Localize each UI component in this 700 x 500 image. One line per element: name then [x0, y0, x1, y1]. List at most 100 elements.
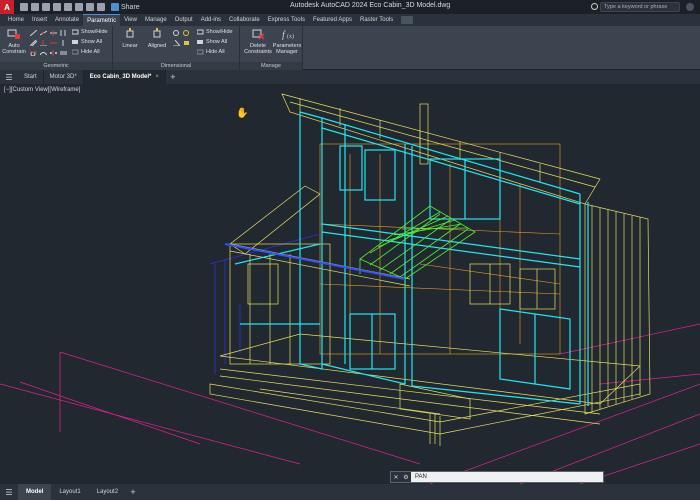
ribbon-tab-express-tools[interactable]: Express Tools: [264, 14, 309, 26]
web-icon[interactable]: [64, 3, 72, 11]
fx-icon: f (x): [282, 30, 294, 41]
smooth-icon[interactable]: [40, 50, 47, 56]
symmetric-icon[interactable]: [50, 50, 57, 56]
auto-constrain-button[interactable]: Auto Constrain: [2, 28, 26, 55]
delete-constraints-icon: [252, 29, 265, 40]
dim-show-all-icon: [197, 40, 203, 44]
linear-label: Linear: [122, 43, 138, 49]
command-line[interactable]: ✕ ⚙ PAN: [390, 471, 604, 483]
delete-constraints-label-2: Constraints: [244, 49, 272, 55]
linear-button[interactable]: Linear: [121, 28, 139, 49]
geometric-panel: Auto Constrain Show/Hide Show All Hide A…: [0, 26, 113, 70]
ribbon-minimize-icon[interactable]: [401, 16, 414, 24]
ribbon-tab-parametric[interactable]: Parametric: [83, 14, 121, 26]
collinear-icon[interactable]: [40, 30, 47, 36]
parameters-manager-button[interactable]: f (x) Parameters Manager: [272, 28, 302, 55]
perpendicular-icon[interactable]: [40, 40, 47, 46]
radius-icon[interactable]: [173, 30, 180, 36]
ribbon-tab-raster-tools[interactable]: Raster Tools: [356, 14, 397, 26]
layout-tab-model[interactable]: Model: [18, 484, 52, 500]
drawing-viewport[interactable]: [−][Custom View][Wireframe] ✋: [0, 84, 700, 484]
doc-tab-label: Start: [24, 74, 37, 80]
diameter-icon[interactable]: [183, 30, 190, 36]
doc-tab-motor-3d-[interactable]: Motor 3D*: [44, 70, 84, 84]
ribbon-tab-collaborate[interactable]: Collaborate: [225, 14, 264, 26]
ribbon-tab-home[interactable]: Home: [4, 14, 28, 26]
doc-tab-label: Eco Cabin_3D Model*: [89, 74, 152, 80]
new-layout-plus-icon[interactable]: +: [126, 484, 140, 500]
dimensional-show-hide-button[interactable]: Show/Hide: [197, 29, 233, 35]
window-title: Autodesk AutoCAD 2024 Eco Cabin_3D Model…: [290, 2, 451, 9]
open-folder-icon[interactable]: [31, 3, 39, 11]
doc-tab-start[interactable]: Start: [18, 70, 44, 84]
show-all-icon: [72, 40, 78, 44]
ribbon-tab-add-ins[interactable]: Add-ins: [197, 14, 225, 26]
parameters-manager-label-2: Manager: [276, 49, 298, 55]
parallel-icon[interactable]: [30, 40, 37, 46]
dimensional-panel-label[interactable]: Dimensional: [113, 62, 239, 70]
delete-constraints-button[interactable]: Delete Constraints: [243, 28, 273, 55]
dimensional-show-hide-label: Show/Hide: [206, 29, 233, 35]
hamburger-menu-icon[interactable]: ☰: [0, 70, 18, 84]
layout-tab-bar: ☰ Model Layout1 Layout2 +: [0, 484, 700, 500]
vertical-icon[interactable]: [60, 40, 67, 46]
user-icon[interactable]: [686, 3, 694, 11]
ribbon-tab-manage[interactable]: Manage: [141, 14, 171, 26]
aligned-button[interactable]: Aligned: [145, 28, 169, 49]
angular-icon[interactable]: [173, 40, 180, 46]
dimensional-hide-all-button[interactable]: Hide All: [197, 49, 225, 55]
search-input[interactable]: Type a keyword or phrase: [600, 2, 680, 12]
redo-icon[interactable]: [97, 3, 105, 11]
title-bar: A Share Autodesk AutoCAD 2024 Eco Cabin_…: [0, 0, 700, 14]
ribbon: Auto Constrain Show/Hide Show All Hide A…: [0, 26, 700, 70]
auto-constrain-icon: [7, 29, 20, 39]
print-icon[interactable]: [75, 3, 83, 11]
concentric-icon[interactable]: [50, 30, 57, 36]
auto-constrain-label-2: Constrain: [2, 49, 26, 55]
svg-text:f: f: [282, 30, 286, 40]
layout-tab-layout1[interactable]: Layout1: [51, 484, 88, 500]
manage-panel-label[interactable]: Manage: [240, 62, 302, 70]
geometric-show-hide-button[interactable]: Show/Hide: [72, 29, 108, 35]
save-as-icon[interactable]: [53, 3, 61, 11]
save-icon[interactable]: [42, 3, 50, 11]
new-file-icon[interactable]: [20, 3, 28, 11]
layout-tab-layout2[interactable]: Layout2: [89, 484, 126, 500]
dimensional-hide-all-label: Hide All: [206, 49, 225, 55]
geometric-panel-label[interactable]: Geometric: [0, 62, 112, 70]
show-hide-icon: [72, 29, 79, 35]
ribbon-tab-annotate[interactable]: Annotate: [51, 14, 83, 26]
geometric-hide-all-button[interactable]: Hide All: [72, 49, 100, 55]
document-tab-bar: ☰ Start Motor 3D* Eco Cabin_3D Model* × +: [0, 70, 700, 84]
balcony-edge: [224, 243, 406, 280]
ribbon-tab-insert[interactable]: Insert: [28, 14, 51, 26]
convert-icon[interactable]: [183, 40, 190, 46]
share-icon: [111, 3, 119, 11]
app-logo[interactable]: A: [0, 0, 14, 14]
coincident-icon[interactable]: [30, 30, 37, 36]
doc-tab-eco-cabin-3d-model-[interactable]: Eco Cabin_3D Model* ×: [83, 70, 166, 84]
viewport-controls-label[interactable]: [−][Custom View][Wireframe]: [4, 87, 80, 93]
horizontal-icon[interactable]: [50, 40, 57, 46]
dim-show-hide-icon: [197, 29, 204, 35]
aligned-label: Aligned: [147, 43, 167, 49]
command-text: PAN: [415, 474, 427, 480]
undo-icon[interactable]: [86, 3, 94, 11]
geometric-show-all-button[interactable]: Show All: [72, 39, 102, 45]
dimensional-show-all-button[interactable]: Show All: [197, 39, 227, 45]
close-tab-icon[interactable]: ×: [155, 74, 159, 80]
share-button[interactable]: Share: [111, 3, 140, 11]
equal-icon[interactable]: [60, 50, 67, 56]
layout-menu-icon[interactable]: ☰: [0, 484, 18, 500]
ribbon-tab-view[interactable]: View: [120, 14, 141, 26]
tangent-icon[interactable]: [30, 50, 37, 56]
aligned-dimension-icon: [153, 28, 161, 38]
wrench-icon[interactable]: ⚙: [401, 472, 411, 482]
ribbon-tab-featured-apps[interactable]: Featured Apps: [309, 14, 356, 26]
manage-panel: Delete Constraints f (x) Parameters Manag…: [240, 26, 303, 70]
close-icon[interactable]: ✕: [391, 472, 401, 482]
linear-dimension-icon: [126, 28, 134, 38]
ribbon-tab-output[interactable]: Output: [171, 14, 197, 26]
fix-icon[interactable]: [60, 30, 67, 36]
new-tab-plus-icon[interactable]: +: [166, 70, 180, 84]
